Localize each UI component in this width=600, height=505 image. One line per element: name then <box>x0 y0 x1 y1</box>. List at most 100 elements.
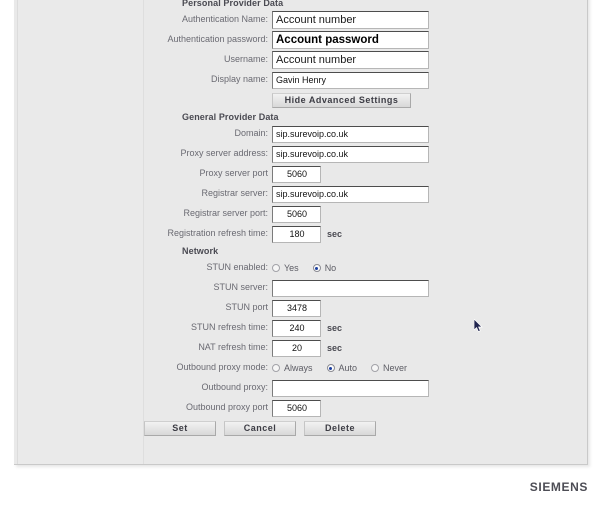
label-wrap: Outbound proxy: <box>144 378 268 398</box>
outbound-proxy-input[interactable] <box>272 379 429 397</box>
radio-dot-icon <box>326 364 335 372</box>
label-wrap: Authentication password: <box>144 30 268 50</box>
control-display-name <box>272 70 429 90</box>
form-row-stun-refresh-time: STUN refresh time: sec <box>144 318 587 338</box>
control-proxy-server-port <box>272 164 321 184</box>
radio-label: Auto <box>338 363 358 373</box>
form-row-stun-port: STUN port <box>144 298 587 318</box>
stun-refresh-time-input[interactable] <box>272 319 321 337</box>
control-stun-refresh-time: sec <box>272 318 342 338</box>
radio-outbound-proxy-mode-always[interactable]: Always <box>272 363 313 373</box>
section-title: Personal Provider Data <box>182 0 284 8</box>
label-wrap: Registrar server port: <box>144 204 268 224</box>
label-registrar-server-port: Registrar server port: <box>183 208 268 218</box>
label-wrap: Proxy server port <box>144 164 268 184</box>
form-row-domain: Domain: <box>144 124 587 144</box>
label-wrap: STUN server: <box>144 278 268 298</box>
control-authentication-name <box>272 10 429 30</box>
label-wrap: Proxy server address: <box>144 144 268 164</box>
stun-server-input[interactable] <box>272 279 429 297</box>
form-row-outbound-proxy-mode: Outbound proxy mode: Always Auto Never <box>144 358 587 378</box>
form-row-registrar-server-port: Registrar server port: <box>144 204 587 224</box>
nat-refresh-time-input[interactable] <box>272 339 321 357</box>
set-button[interactable]: Set <box>144 420 216 436</box>
authentication-name-input[interactable] <box>272 11 429 29</box>
provider-settings-form: Personal Provider Data Authentication Nam… <box>144 0 587 440</box>
label-username: Username: <box>223 54 268 64</box>
label-stun-refresh-time: STUN refresh time: <box>190 322 268 332</box>
label-wrap: STUN port <box>144 298 268 318</box>
domain-input[interactable] <box>272 125 429 143</box>
control-registrar-server-port <box>272 204 321 224</box>
radio-dot-icon <box>272 264 280 272</box>
registrar-server-input[interactable] <box>272 185 429 203</box>
radio-stun-enabled-no[interactable]: No <box>312 263 336 273</box>
label-display-name: Display name: <box>210 74 268 84</box>
radio-stun-enabled-yes[interactable]: Yes <box>272 263 299 273</box>
label-registrar-server: Registrar server: <box>201 188 268 198</box>
form-row-stun-server: STUN server: <box>144 278 587 298</box>
radio-label: Yes <box>284 263 299 273</box>
navigation-column <box>18 0 143 464</box>
hide-advanced-settings-button[interactable]: Hide Advanced Settings <box>272 92 411 108</box>
registration-refresh-time-input[interactable] <box>272 225 321 243</box>
proxy-server-address-input[interactable] <box>272 145 429 163</box>
label-wrap <box>144 90 268 110</box>
form-row-registrar-server: Registrar server: <box>144 184 587 204</box>
radio-label: Always <box>284 363 313 373</box>
label-wrap: Outbound proxy mode: <box>144 358 268 378</box>
control-nat-refresh-time: sec <box>272 338 342 358</box>
proxy-server-port-input[interactable] <box>272 165 321 183</box>
label-stun-enabled: STUN enabled: <box>206 262 268 272</box>
form-row-username: Username: <box>144 50 587 70</box>
label-wrap: STUN refresh time: <box>144 318 268 338</box>
form-row-proxy-server-address: Proxy server address: <box>144 144 587 164</box>
control-outbound-proxy <box>272 378 429 398</box>
section-header-general: General Provider Data <box>144 110 587 124</box>
label-stun-port: STUN port <box>225 302 268 312</box>
label-wrap: Outbound proxy port <box>144 398 268 418</box>
control-outbound-proxy-mode: Always Auto Never <box>272 358 421 378</box>
radio-dot-icon <box>272 364 280 372</box>
label-authentication-password: Authentication password: <box>167 34 268 44</box>
form-row-display-name: Display name: <box>144 70 587 90</box>
label-proxy-server-address: Proxy server address: <box>180 148 268 158</box>
label-wrap: STUN enabled: <box>144 258 268 278</box>
settings-content: Personal Provider Data Authentication Nam… <box>144 0 587 464</box>
label-domain: Domain: <box>234 128 268 138</box>
label-wrap: Authentication Name: <box>144 10 268 30</box>
label-nat-refresh-time: NAT refresh time: <box>198 342 268 352</box>
radio-dot-icon <box>371 364 380 372</box>
unit-registration-refresh-time: sec <box>327 229 343 239</box>
delete-button[interactable]: Delete <box>304 420 376 436</box>
display-name-input[interactable] <box>272 71 429 89</box>
cancel-button[interactable]: Cancel <box>224 420 296 436</box>
settings-panel: Personal Provider Data Authentication Nam… <box>14 0 588 465</box>
settings-page: Personal Provider Data Authentication Nam… <box>0 0 600 505</box>
label-wrap: Display name: <box>144 70 268 90</box>
outbound-proxy-mode-radio-group: Always Auto Never <box>272 363 421 373</box>
username-input[interactable] <box>272 51 429 69</box>
section-title: Network <box>182 246 219 256</box>
control-stun-server <box>272 278 429 298</box>
label-outbound-proxy: Outbound proxy: <box>201 382 268 392</box>
control-authentication-password <box>272 30 429 50</box>
control-outbound-proxy-port <box>272 398 321 418</box>
radio-dot-icon <box>312 264 321 272</box>
authentication-password-input[interactable] <box>272 31 429 49</box>
label-outbound-proxy-mode: Outbound proxy mode: <box>176 362 268 372</box>
action-button-row: Set Cancel Delete <box>144 418 587 440</box>
form-row-hide-advanced-settings: Hide Advanced Settings <box>144 90 587 110</box>
form-row-outbound-proxy-port: Outbound proxy port <box>144 398 587 418</box>
registrar-server-port-input[interactable] <box>272 205 321 223</box>
control-hide-advanced-settings: Hide Advanced Settings <box>272 90 411 110</box>
radio-outbound-proxy-mode-never[interactable]: Never <box>371 363 407 373</box>
section-header-personal: Personal Provider Data <box>144 0 587 10</box>
label-outbound-proxy-port: Outbound proxy port <box>185 402 268 412</box>
outbound-proxy-port-input[interactable] <box>272 399 321 417</box>
form-row-nat-refresh-time: NAT refresh time: sec <box>144 338 587 358</box>
radio-outbound-proxy-mode-auto[interactable]: Auto <box>326 363 358 373</box>
stun-port-input[interactable] <box>272 299 321 317</box>
unit-stun-refresh-time: sec <box>327 323 343 333</box>
section-header-network: Network <box>144 244 587 258</box>
